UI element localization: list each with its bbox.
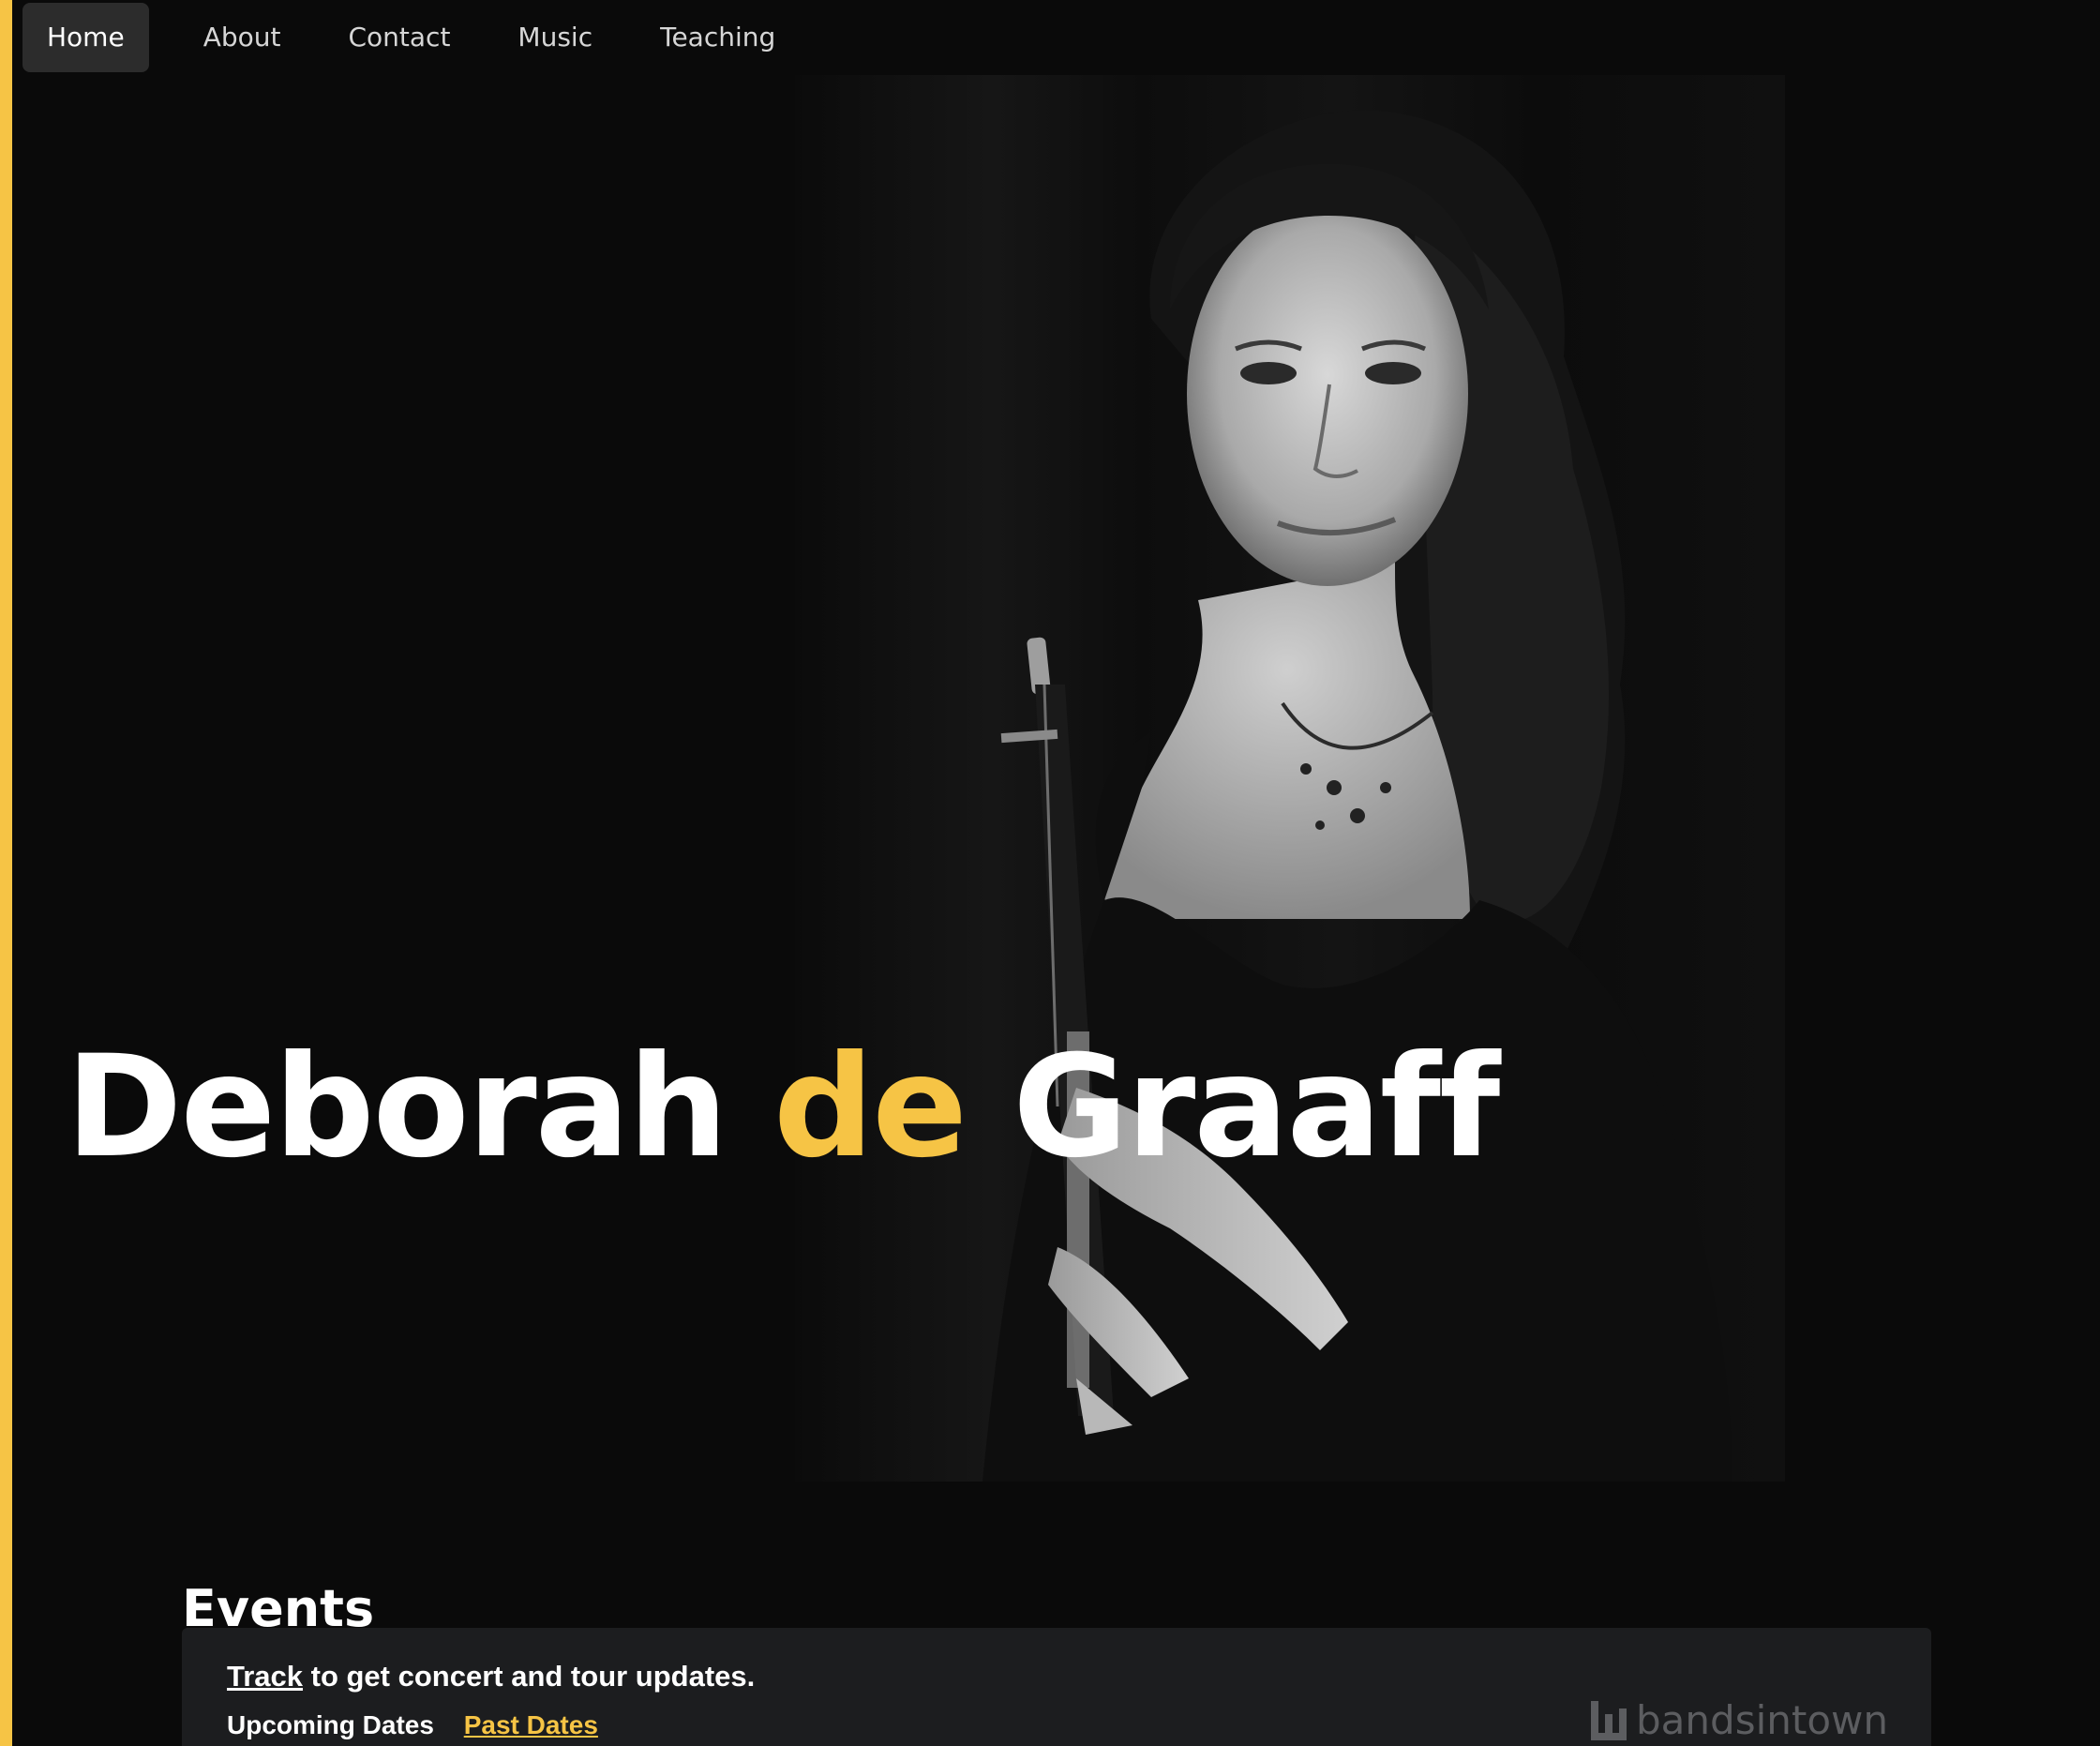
- nav-item-music[interactable]: Music: [484, 3, 626, 72]
- nav-item-about[interactable]: About: [170, 3, 315, 72]
- dates-tabs: Upcoming Dates Past Dates: [227, 1708, 598, 1742]
- nav-item-contact[interactable]: Contact: [314, 3, 484, 72]
- name-first: Deborah: [66, 1025, 728, 1189]
- track-link[interactable]: Track: [227, 1660, 303, 1693]
- page: Home About Contact Music Teaching Debora…: [0, 0, 2100, 1746]
- artist-name-heading: Deborah de Graaff: [66, 1023, 1500, 1192]
- bandsintown-logo[interactable]: bandsintown: [1591, 1697, 1888, 1744]
- bandsintown-logo-icon: [1591, 1701, 1628, 1740]
- nav-item-home[interactable]: Home: [22, 3, 149, 72]
- track-text: to get concert and tour updates.: [303, 1660, 756, 1693]
- bandsintown-brand-text: bandsintown: [1636, 1697, 1888, 1743]
- upcoming-dates-tab[interactable]: Upcoming Dates: [227, 1710, 434, 1739]
- name-particle: de: [772, 1025, 968, 1189]
- bandsintown-widget: Track to get concert and tour updates. U…: [182, 1628, 1931, 1746]
- name-last: Graaff: [1012, 1025, 1500, 1189]
- portrait-illustration: [795, 75, 1785, 1482]
- hero-portrait-photo: [795, 75, 1785, 1482]
- accent-bar: [0, 0, 12, 1746]
- past-dates-tab[interactable]: Past Dates: [464, 1710, 598, 1739]
- nav-item-teaching[interactable]: Teaching: [626, 3, 809, 72]
- track-line: Track to get concert and tour updates.: [227, 1658, 755, 1695]
- main-nav: Home About Contact Music Teaching: [22, 0, 809, 75]
